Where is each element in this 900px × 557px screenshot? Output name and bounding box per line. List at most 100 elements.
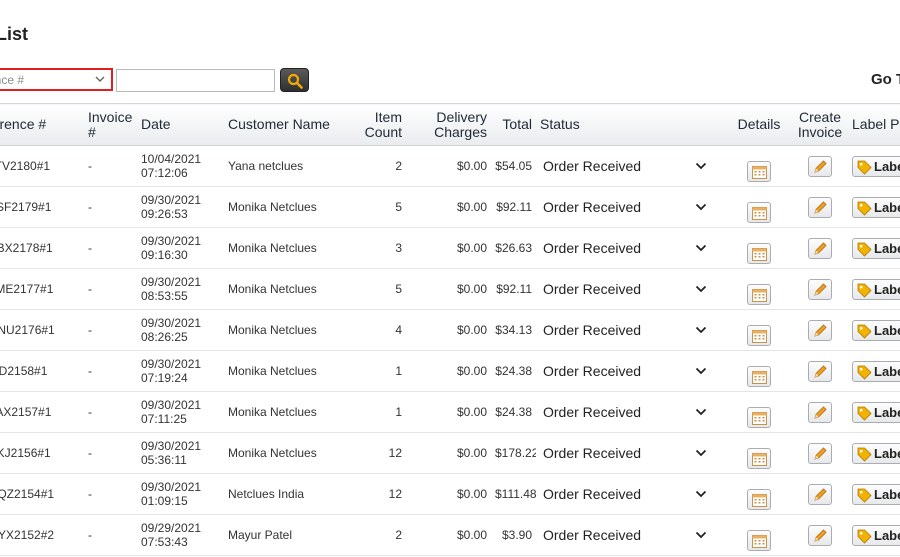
- header-invoice-label: Invoice #: [88, 108, 133, 140]
- details-button[interactable]: [747, 488, 771, 510]
- details-button[interactable]: [747, 242, 771, 264]
- create-invoice-button[interactable]: [807, 237, 832, 259]
- label-button-text: Labe: [874, 240, 900, 256]
- cell-total: $24.38: [491, 350, 536, 392]
- tag-icon: [857, 283, 872, 298]
- details-button[interactable]: [747, 447, 771, 469]
- cell-item-count: 2: [344, 145, 406, 187]
- create-invoice-button[interactable]: [807, 196, 832, 218]
- details-button[interactable]: [747, 201, 771, 223]
- chevron-down-icon: [695, 531, 707, 539]
- cell-date: 09/30/2021 05:36:11: [137, 432, 224, 474]
- create-invoice-button[interactable]: [807, 360, 832, 382]
- cell-reference[interactable]: FZTV2180#1: [0, 145, 84, 187]
- label-print-button[interactable]: Labe: [852, 237, 900, 259]
- status-select[interactable]: Order Received: [536, 268, 727, 310]
- label-print-button[interactable]: Labe: [852, 483, 900, 505]
- table-row: TEME2177#1 - 09/30/2021 08:53:55 Monika …: [0, 268, 900, 310]
- details-button[interactable]: [747, 160, 771, 182]
- cell-reference[interactable]: GVNU2176#1: [0, 309, 84, 351]
- details-button[interactable]: [747, 365, 771, 387]
- calendar-icon: [752, 329, 767, 343]
- cell-date: 09/30/2021 08:26:25: [137, 309, 224, 351]
- status-select[interactable]: Order Received: [536, 145, 727, 187]
- create-invoice-button[interactable]: [807, 401, 832, 423]
- label-print-button[interactable]: Labe: [852, 442, 900, 464]
- go-to-link[interactable]: Go T: [871, 71, 900, 88]
- header-invoice[interactable]: Invoice #: [84, 103, 137, 146]
- header-reference[interactable]: eference #: [0, 103, 84, 146]
- chevron-down-icon: [695, 285, 707, 293]
- calendar-icon: [752, 452, 767, 466]
- create-invoice-button[interactable]: [807, 155, 832, 177]
- tag-icon: [857, 406, 872, 421]
- table-row: GDYX2152#2 - 09/29/2021 07:53:43 Mayur P…: [0, 514, 900, 556]
- cell-label: Labe: [848, 514, 900, 556]
- calendar-icon: [752, 411, 767, 425]
- label-print-button[interactable]: Labe: [852, 196, 900, 218]
- cell-reference[interactable]: GDYX2152#2: [0, 514, 84, 556]
- create-invoice-button[interactable]: [807, 524, 832, 546]
- cell-invoice: -: [84, 432, 137, 474]
- cell-date-day: 09/30/2021: [141, 316, 202, 330]
- details-button[interactable]: [747, 529, 771, 551]
- cell-reference[interactable]: SCKJ2156#1: [0, 432, 84, 474]
- cell-reference[interactable]: LUID2158#1: [0, 350, 84, 392]
- label-print-button[interactable]: Labe: [852, 155, 900, 177]
- cell-date: 09/30/2021 09:16:30: [137, 227, 224, 269]
- cell-details: [727, 350, 791, 392]
- label-print-button[interactable]: Labe: [852, 524, 900, 546]
- cell-customer-name: Yana netclues: [224, 145, 344, 187]
- cell-reference[interactable]: HUQZ2154#1: [0, 473, 84, 515]
- cell-reference[interactable]: TEME2177#1: [0, 268, 84, 310]
- status-select[interactable]: Order Received: [536, 186, 727, 228]
- create-invoice-button[interactable]: [807, 442, 832, 464]
- cell-reference[interactable]: CXBX2178#1: [0, 227, 84, 269]
- table-row: LUID2158#1 - 09/30/2021 07:19:24 Monika …: [0, 350, 900, 392]
- table-row: APSF2179#1 - 09/30/2021 09:26:53 Monika …: [0, 186, 900, 228]
- label-print-button[interactable]: Labe: [852, 360, 900, 382]
- status-select[interactable]: Order Received: [536, 227, 727, 269]
- header-item-count[interactable]: Item Count: [344, 103, 406, 146]
- chevron-down-icon: [695, 326, 707, 334]
- create-invoice-button[interactable]: [807, 483, 832, 505]
- create-invoice-button[interactable]: [807, 278, 832, 300]
- table-row: FZTV2180#1 - 10/04/2021 07:12:06 Yana ne…: [0, 145, 900, 187]
- cell-total: $92.11: [491, 268, 536, 310]
- cell-reference[interactable]: CFAX2157#1: [0, 391, 84, 433]
- search-field-select[interactable]: ence #: [0, 68, 113, 91]
- status-select[interactable]: Order Received: [536, 391, 727, 433]
- header-delivery-charges[interactable]: Delivery Charges: [406, 103, 491, 146]
- label-print-button[interactable]: Labe: [852, 401, 900, 423]
- header-date[interactable]: Date: [137, 103, 224, 146]
- cell-item-count: 12: [344, 432, 406, 474]
- status-select[interactable]: Order Received: [536, 432, 727, 474]
- label-button-text: Labe: [874, 445, 900, 461]
- cell-customer-name: Monika Netclues: [224, 432, 344, 474]
- details-button[interactable]: [747, 283, 771, 305]
- details-button[interactable]: [747, 324, 771, 346]
- cell-delivery-charges: $0.00: [406, 432, 491, 474]
- search-button[interactable]: [280, 68, 309, 92]
- cell-date-time: 01:09:15: [141, 494, 188, 508]
- status-select[interactable]: Order Received: [536, 473, 727, 515]
- label-print-button[interactable]: Labe: [852, 319, 900, 341]
- create-invoice-button[interactable]: [807, 319, 832, 341]
- header-customer-name[interactable]: Customer Name: [224, 103, 344, 146]
- cell-label: Labe: [848, 391, 900, 433]
- status-select[interactable]: Order Received: [536, 350, 727, 392]
- cell-reference[interactable]: APSF2179#1: [0, 186, 84, 228]
- label-print-button[interactable]: Labe: [852, 278, 900, 300]
- status-select[interactable]: Order Received: [536, 514, 727, 556]
- status-select[interactable]: Order Received: [536, 309, 727, 351]
- cell-total: $54.05: [491, 145, 536, 187]
- cell-label: Labe: [848, 186, 900, 228]
- magnifier-icon: [287, 73, 303, 89]
- cell-invoice: -: [84, 227, 137, 269]
- search-input[interactable]: [116, 69, 275, 92]
- header-status[interactable]: Status: [536, 103, 727, 146]
- cell-details: [727, 145, 791, 187]
- header-total[interactable]: Total: [491, 103, 536, 146]
- details-button[interactable]: [747, 406, 771, 428]
- cell-item-count: 2: [344, 514, 406, 556]
